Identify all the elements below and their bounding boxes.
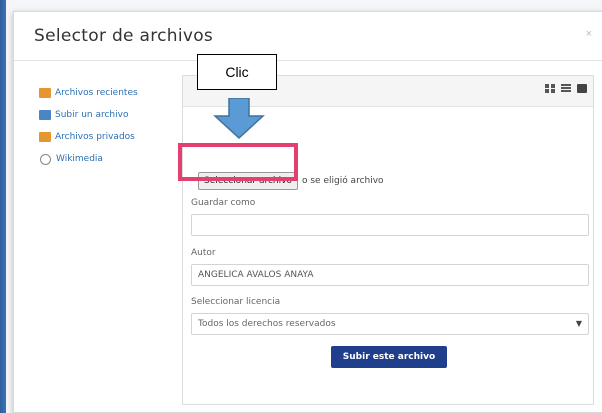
sidebar-item-label: Archivos recientes — [55, 88, 138, 98]
list-view-icon[interactable] — [561, 84, 571, 93]
author-input[interactable]: ANGELICA AVALOS ANAYA — [191, 264, 589, 286]
license-selected-value: Todos los derechos reservados — [198, 319, 336, 329]
author-label: Autor — [191, 248, 216, 258]
chevron-down-icon: ▼ — [575, 319, 582, 328]
click-callout: Clic — [197, 54, 277, 90]
sidebar-item-private-files[interactable]: Archivos privados — [39, 126, 189, 148]
folder-icon — [39, 132, 51, 142]
folder-icon — [39, 88, 51, 98]
folder-view-icon[interactable] — [577, 84, 587, 93]
sidebar-item-recent-files[interactable]: Archivos recientes — [39, 82, 189, 104]
down-arrow-icon — [213, 98, 265, 140]
select-file-highlight — [178, 143, 298, 181]
close-icon[interactable]: × — [586, 28, 592, 40]
file-picker-dialog: Selector de archivos × Archivos reciente… — [13, 11, 602, 413]
dialog-header: Selector de archivos × — [14, 12, 602, 61]
save-as-label: Guardar como — [191, 198, 256, 208]
sidebar-item-upload-file[interactable]: Subir un archivo — [39, 104, 189, 126]
icons-view-icon[interactable] — [545, 84, 555, 93]
upload-icon — [39, 110, 51, 120]
no-file-chosen-text: o se eligió archivo — [301, 176, 384, 186]
repository-sidebar: Archivos recientes Subir un archivo Arch… — [39, 82, 189, 170]
sidebar-item-label: Archivos privados — [55, 132, 135, 142]
dialog-title: Selector de archivos — [34, 26, 214, 46]
save-as-input[interactable] — [191, 214, 589, 236]
sidebar-item-label: Wikimedia — [56, 154, 103, 164]
license-label: Seleccionar licencia — [191, 297, 281, 307]
view-buttons — [545, 84, 587, 93]
upload-file-button[interactable]: Subir este archivo — [331, 346, 447, 368]
sidebar-item-label: Subir un archivo — [55, 110, 129, 120]
license-select[interactable]: Todos los derechos reservados ▼ — [191, 313, 589, 335]
wikimedia-icon — [40, 153, 51, 165]
sidebar-item-wikimedia[interactable]: Wikimedia — [39, 148, 189, 170]
